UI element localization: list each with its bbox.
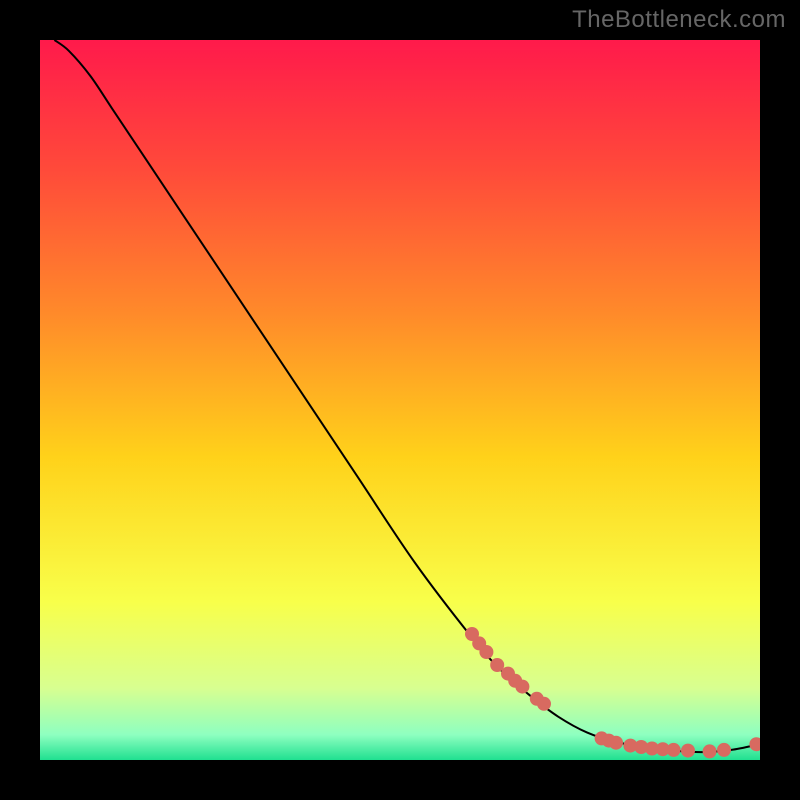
data-point bbox=[667, 743, 681, 757]
watermark-label: TheBottleneck.com bbox=[572, 6, 786, 34]
data-point bbox=[609, 736, 623, 750]
gradient-background bbox=[40, 40, 760, 760]
plot-area bbox=[40, 40, 760, 760]
data-point bbox=[479, 645, 493, 659]
data-point bbox=[703, 744, 717, 758]
chart-svg bbox=[40, 40, 760, 760]
data-point bbox=[515, 680, 529, 694]
data-point bbox=[681, 744, 695, 758]
chart-frame: TheBottleneck.com bbox=[0, 0, 800, 800]
data-point bbox=[537, 697, 551, 711]
data-point bbox=[717, 743, 731, 757]
